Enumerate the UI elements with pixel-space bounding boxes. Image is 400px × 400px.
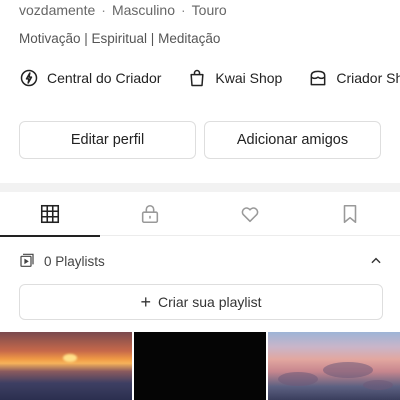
cloud bbox=[278, 372, 318, 386]
quick-link-label: Central do Criador bbox=[47, 70, 162, 86]
lightning-circle-icon bbox=[20, 69, 38, 87]
quick-link-label: Kwai Shop bbox=[215, 70, 283, 86]
tab-likes[interactable] bbox=[200, 192, 300, 236]
sunset-sun bbox=[63, 353, 78, 362]
playlists-count: 0 Playlists bbox=[44, 253, 105, 269]
shopping-bag-icon bbox=[190, 69, 204, 87]
quick-link-label: Criador Sho bbox=[336, 70, 400, 86]
playlists-header[interactable]: 0 Playlists bbox=[19, 250, 383, 272]
username: vozdamente bbox=[19, 2, 96, 18]
bookmark-icon bbox=[343, 204, 357, 224]
meta-separator: · bbox=[101, 2, 106, 18]
video-grid bbox=[0, 332, 400, 400]
grid-icon bbox=[40, 204, 60, 224]
video-thumbnail[interactable] bbox=[0, 332, 132, 400]
playlist-icon bbox=[20, 253, 34, 267]
tab-saved[interactable] bbox=[300, 192, 400, 236]
create-playlist-button[interactable]: + Criar sua playlist bbox=[19, 284, 383, 320]
quick-link-kwai-shop[interactable]: Kwai Shop bbox=[187, 68, 282, 88]
profile-meta: vozdamente · Masculino · Touro bbox=[19, 2, 227, 18]
video-thumbnail[interactable] bbox=[134, 332, 266, 400]
store-icon bbox=[310, 70, 326, 86]
cloud bbox=[363, 380, 393, 390]
create-playlist-label: Criar sua playlist bbox=[158, 294, 262, 310]
zodiac-sign: Touro bbox=[191, 2, 227, 18]
chevron-up-icon[interactable] bbox=[369, 254, 383, 268]
gender: Masculino bbox=[111, 2, 175, 18]
quick-link-criador-shop[interactable]: Criador Sho bbox=[308, 68, 400, 88]
cloud bbox=[323, 362, 373, 378]
quick-link-central-do-criador[interactable]: Central do Criador bbox=[19, 68, 161, 88]
section-divider bbox=[0, 183, 400, 192]
plus-icon: + bbox=[140, 292, 152, 312]
heart-icon bbox=[241, 207, 259, 223]
video-thumbnail[interactable] bbox=[268, 332, 400, 400]
add-friends-button[interactable]: Adicionar amigos bbox=[204, 121, 381, 159]
meta-separator: · bbox=[180, 2, 186, 18]
profile-tabs bbox=[0, 192, 400, 237]
edit-profile-button[interactable]: Editar perfil bbox=[19, 121, 196, 159]
tab-private[interactable] bbox=[100, 192, 200, 236]
profile-bio: Motivação | Espiritual | Meditação bbox=[19, 31, 221, 46]
lock-icon bbox=[141, 204, 159, 224]
tab-grid[interactable] bbox=[0, 192, 100, 237]
quick-links-bar: Central do Criador Kwai Shop Criador Sho bbox=[19, 66, 400, 90]
